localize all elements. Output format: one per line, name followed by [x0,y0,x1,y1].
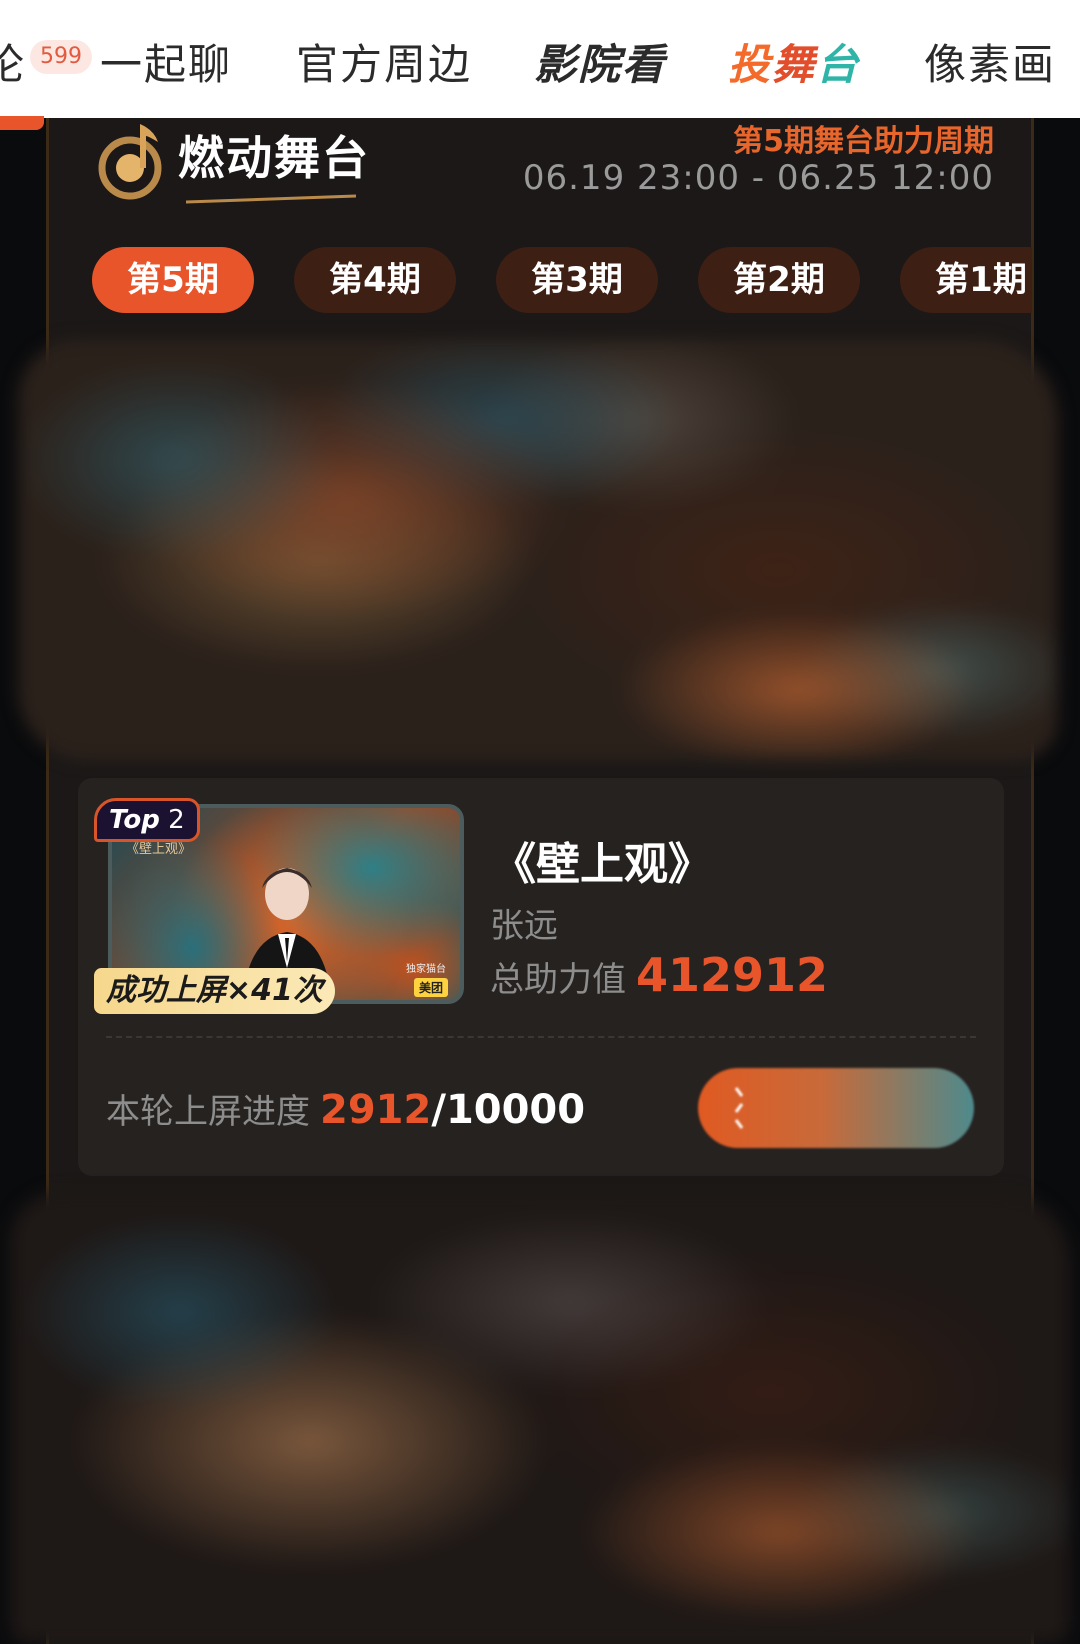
tab-count-badge: 599 [30,40,92,74]
boost-button[interactable] [698,1068,974,1148]
tab-pixel[interactable]: 像素画 [924,40,1056,90]
period-tab-4[interactable]: 第4期 [294,247,456,313]
tab-chat[interactable]: 一起聊 [100,40,232,90]
period-tab-1[interactable]: 第1期 [900,247,1032,313]
music-note-logo-icon [98,124,162,200]
tab-active-indicator [0,116,44,130]
page-title: 燃动舞台 [178,131,370,185]
blurred-content-region [18,340,1058,760]
title-underline-decoration [186,194,356,204]
rank-badge: Top 2 [94,798,200,842]
period-tab-5[interactable]: 第5期 [92,247,254,313]
period-tab-2[interactable]: 第2期 [698,247,860,313]
screen-progress: 本轮上屏进度 2912/10000 [106,1084,585,1133]
tab-stage-char-1: 投 [728,40,773,89]
period-range: 06.19 23:00 - 06.25 12:00 [522,158,994,198]
period-tab-3[interactable]: 第3期 [496,247,658,313]
total-boost: 总助力值 412912 [490,948,828,1002]
period-title: 第5期舞台助力周期 [733,124,994,159]
total-boost-label: 总助力值 [490,960,626,1000]
progress-total: 10000 [445,1087,586,1133]
thumbnail-source-text: 独家猫台 [406,964,446,975]
artist-name: 张远 [490,906,558,946]
rank-prefix: Top [109,805,160,835]
blurred-content-region-2 [10,1192,1070,1644]
tab-merch[interactable]: 官方周边 [296,40,472,90]
song-title[interactable]: 《壁上观》 [492,828,712,892]
rank-number: 2 [168,805,185,835]
boost-button-icon [734,1087,744,1129]
song-card[interactable]: 《壁上观》 独家猫台 美团 Top 2 成功上屏×41次 《壁上观》 张远 总助… [78,778,1004,1176]
screened-count-badge: 成功上屏×41次 [94,968,335,1014]
tab-partial[interactable]: 论 [0,40,26,90]
card-divider [106,1036,976,1038]
progress-separator: / [431,1087,446,1133]
period-tabs: 第5期 第4期 第3期 第2期 第1期 [92,247,1032,313]
top-tab-bar: 论 599 一起聊 官方周边 影院看 投舞台 像素画 [0,0,1080,118]
progress-current: 2912 [320,1087,432,1133]
tab-stage[interactable]: 投舞台 [728,40,860,90]
progress-label: 本轮上屏进度 [106,1092,310,1132]
tab-stage-char-2: 舞 [772,40,817,89]
tab-stage-char-3: 台 [816,40,861,89]
tab-cinema[interactable]: 影院看 [534,40,666,90]
meituan-logo: 美团 [413,978,448,997]
total-boost-value: 412912 [636,948,829,1002]
